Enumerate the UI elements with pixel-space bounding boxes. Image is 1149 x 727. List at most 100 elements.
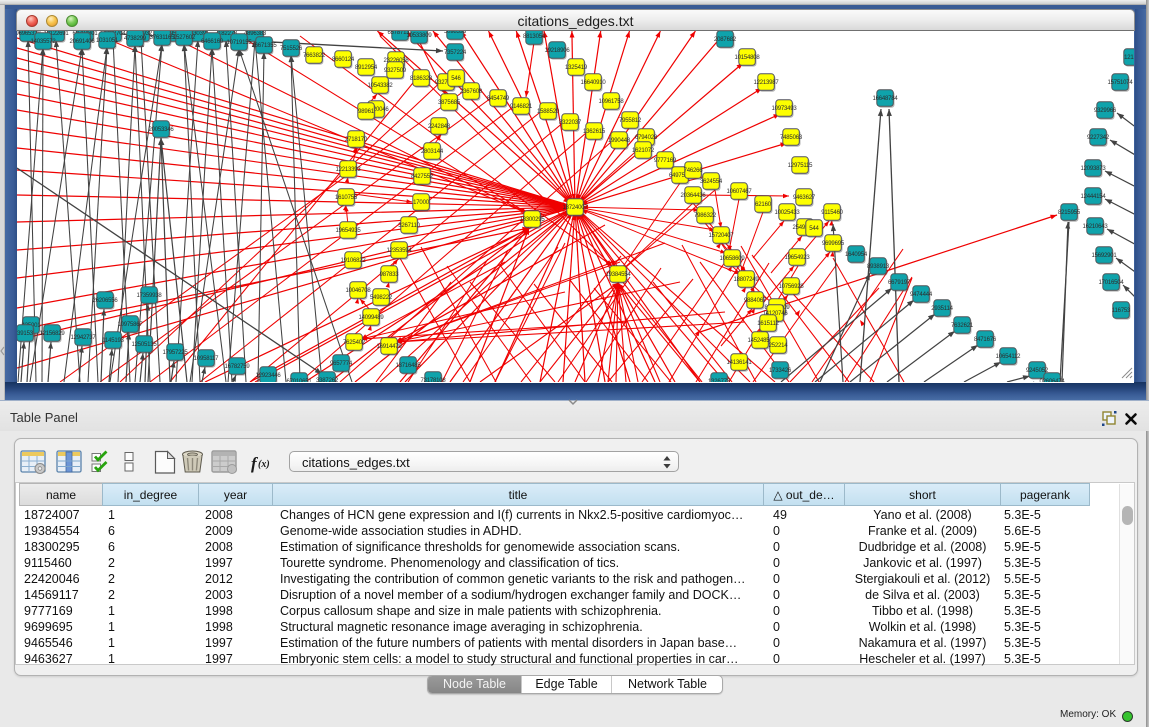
svg-text:62160: 62160	[755, 202, 772, 208]
svg-text:19106822: 19106822	[340, 258, 366, 264]
svg-text:39153: 39153	[17, 331, 34, 337]
svg-text:1362615: 1362615	[583, 129, 606, 135]
svg-text:16914479: 16914479	[376, 344, 402, 350]
svg-text:2087682: 2087682	[714, 37, 737, 43]
svg-text:7357224: 7357224	[444, 50, 467, 56]
svg-text:19654923: 19654923	[784, 255, 810, 261]
svg-text:7663822: 7663822	[303, 53, 326, 59]
svg-text:20691406: 20691406	[69, 39, 95, 45]
svg-text:12156829: 12156829	[39, 331, 65, 337]
svg-text:6679197: 6679197	[888, 280, 911, 286]
svg-text:1326773: 1326773	[708, 379, 731, 382]
svg-text:10975867: 10975867	[117, 322, 143, 328]
svg-text:8912954: 8912954	[355, 65, 378, 71]
svg-text:9657774: 9657774	[330, 361, 353, 367]
svg-text:3267110: 3267110	[398, 223, 420, 229]
svg-text:18724007: 18724007	[562, 205, 588, 211]
svg-text:10543382: 10543382	[367, 83, 393, 89]
svg-text:8186328: 8186328	[410, 76, 433, 82]
svg-text:16210643: 16210643	[1082, 224, 1108, 230]
svg-text:12353594: 12353594	[386, 248, 412, 254]
svg-text:8938913: 8938913	[867, 264, 890, 270]
svg-text:7515526: 7515526	[280, 46, 303, 52]
svg-text:1325419: 1325419	[565, 65, 588, 71]
svg-text:10654112: 10654112	[996, 354, 1022, 360]
svg-text:15692901: 15692901	[1091, 253, 1117, 259]
svg-text:9884067: 9884067	[744, 298, 767, 304]
svg-text:9777169: 9777169	[654, 158, 677, 164]
svg-text:6794028: 6794028	[635, 135, 658, 141]
svg-text:9327509: 9327509	[384, 68, 407, 74]
svg-text:10607467: 10607467	[726, 189, 752, 195]
svg-text:3387262: 3387262	[316, 378, 339, 382]
svg-text:1031051: 1031051	[96, 38, 119, 44]
svg-text:20053346: 20053346	[148, 127, 174, 133]
svg-text:1733426: 1733426	[769, 368, 792, 374]
svg-text:10719155: 10719155	[226, 40, 252, 46]
svg-text:2935114: 2935114	[931, 306, 953, 312]
svg-text:17016504: 17016504	[1098, 280, 1124, 286]
svg-text:12505135: 12505135	[131, 342, 157, 348]
svg-text:17957225: 17957225	[162, 350, 188, 356]
svg-text:10756928: 10756928	[778, 284, 804, 290]
svg-text:12213987: 12213987	[753, 80, 779, 86]
svg-text:9146821: 9146821	[510, 104, 533, 110]
svg-text:7625402: 7625402	[343, 340, 366, 346]
svg-text:10046708: 10046708	[345, 288, 371, 294]
svg-text:544: 544	[809, 226, 819, 232]
svg-text:20364436: 20364436	[680, 193, 706, 199]
svg-text:10658609: 10658609	[719, 256, 745, 262]
svg-text:9115460: 9115460	[821, 210, 843, 216]
svg-text:2718170: 2718170	[345, 137, 368, 143]
svg-text:1621072: 1621072	[632, 148, 655, 154]
svg-text:26206556: 26206556	[92, 298, 118, 304]
svg-text:5098393: 5098393	[444, 31, 467, 35]
svg-text:13716485: 13716485	[395, 363, 421, 369]
svg-text:16640910: 16640910	[580, 80, 606, 86]
svg-text:19218906: 19218906	[544, 48, 570, 54]
svg-text:19654935: 19654935	[335, 228, 361, 234]
svg-text:14035572: 14035572	[30, 39, 56, 45]
svg-text:12975115: 12975115	[788, 163, 814, 169]
svg-text:10533809: 10533809	[406, 33, 432, 39]
svg-text:17000: 17000	[413, 200, 430, 206]
svg-text:4738299: 4738299	[124, 36, 147, 42]
svg-text:14136141: 14136141	[726, 360, 752, 366]
svg-text:3875685: 3875685	[438, 100, 461, 106]
svg-text:18807249: 18807249	[733, 277, 759, 283]
svg-text:19384554: 19384554	[605, 272, 631, 278]
svg-text:8813054: 8813054	[523, 34, 546, 40]
svg-text:17359938: 17359938	[136, 293, 162, 299]
svg-text:1990448: 1990448	[608, 138, 631, 144]
svg-text:16782759: 16782759	[224, 364, 250, 370]
svg-text:16648784: 16648784	[872, 96, 898, 102]
svg-text:15751074: 15751074	[1107, 80, 1133, 86]
svg-text:12123: 12123	[1124, 55, 1134, 61]
svg-text:987833: 987833	[380, 272, 400, 278]
svg-text:7986322: 7986322	[694, 213, 717, 219]
svg-text:10961758: 10961758	[598, 99, 624, 105]
svg-text:1527602: 1527602	[173, 35, 196, 41]
svg-text:6466160: 6466160	[201, 39, 224, 45]
svg-text:7955812: 7955812	[619, 118, 642, 124]
svg-text:10958117: 10958117	[194, 356, 220, 362]
svg-text:9699695: 9699695	[822, 241, 845, 247]
svg-text:2367608: 2367608	[460, 89, 483, 95]
svg-text:67010651: 67010651	[286, 379, 312, 382]
svg-text:37631165: 37631165	[150, 35, 176, 41]
svg-text:9463627: 9463627	[793, 195, 816, 201]
svg-text:10973493: 10973493	[771, 106, 797, 112]
svg-text:9474444: 9474444	[910, 292, 933, 298]
svg-text:546: 546	[451, 76, 461, 82]
svg-text:02606474: 02606474	[1039, 379, 1065, 382]
svg-text:8660124: 8660124	[332, 57, 355, 63]
svg-text:8322037: 8322037	[559, 120, 582, 126]
svg-text:8427552: 8427552	[411, 174, 434, 180]
svg-text:8471676: 8471676	[974, 337, 997, 343]
svg-text:1145193: 1145193	[102, 338, 124, 344]
svg-text:98961: 98961	[358, 109, 375, 115]
svg-text:8215955: 8215955	[1058, 210, 1081, 216]
svg-text:10025433: 10025433	[774, 210, 800, 216]
svg-text:1588520: 1588520	[537, 109, 560, 115]
svg-text:7485063: 7485063	[780, 135, 803, 141]
